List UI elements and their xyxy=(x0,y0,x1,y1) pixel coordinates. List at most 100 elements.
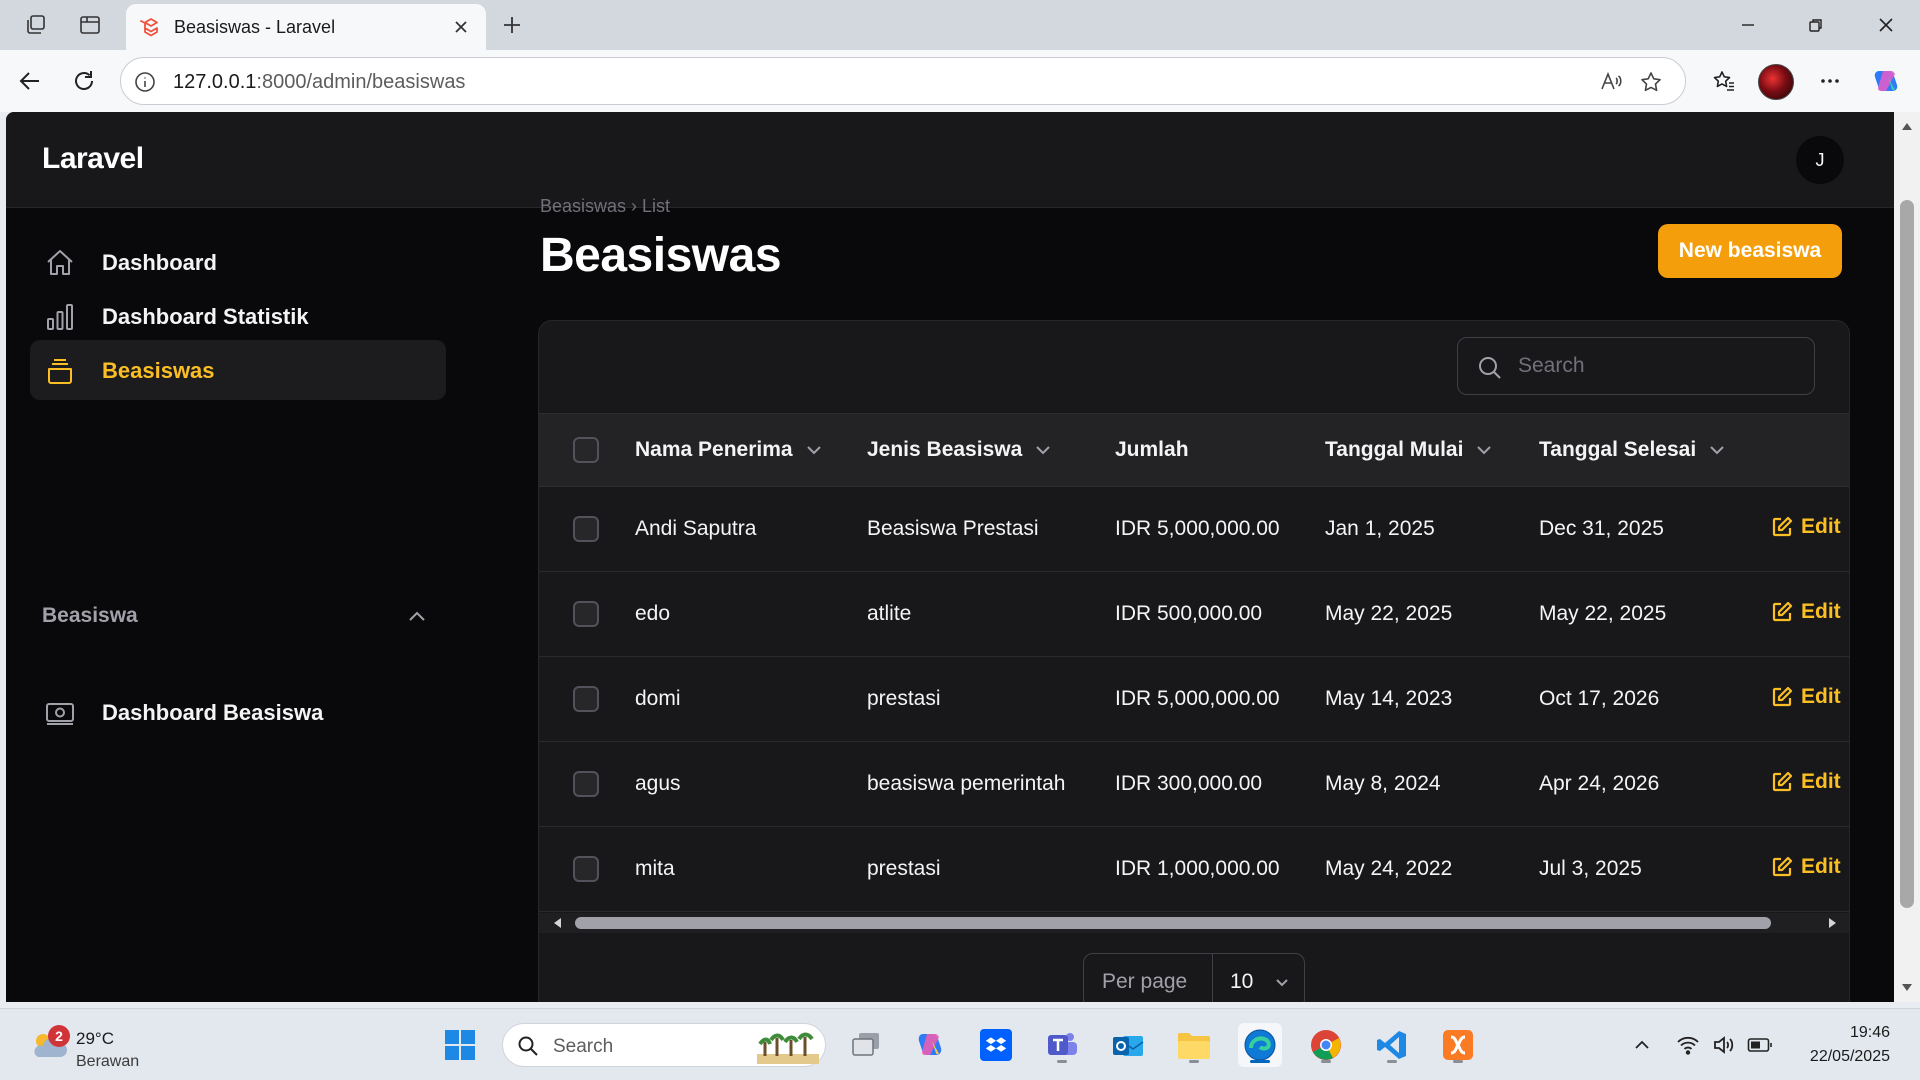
sidebar-item-label: Dashboard Beasiswa xyxy=(102,700,324,725)
table-row[interactable]: agus beasiswa pemerintah IDR 300,000.00 … xyxy=(539,742,1849,827)
cell-selesai: May 22, 2025 xyxy=(1539,602,1667,625)
temperature: 29°C xyxy=(76,1029,114,1048)
chrome-icon[interactable] xyxy=(1304,1023,1348,1067)
volume-icon[interactable] xyxy=(1708,1029,1740,1061)
vscode-icon[interactable] xyxy=(1370,1023,1414,1067)
page-title: Beasiswas xyxy=(540,229,782,282)
column-jumlah: Jumlah xyxy=(1115,438,1189,461)
per-page-value[interactable]: 10 xyxy=(1230,970,1253,994)
column-jenis-beasiswa[interactable]: Jenis Beasiswa xyxy=(867,438,1054,462)
sidebar-item-dashboard[interactable]: Dashboard xyxy=(30,232,446,292)
scrollbar-thumb[interactable] xyxy=(575,917,1771,929)
browser-tab[interactable]: Beasiswas - Laravel xyxy=(126,4,486,50)
refresh-icon[interactable] xyxy=(66,63,102,99)
close-window-icon[interactable] xyxy=(1856,6,1916,44)
wifi-icon[interactable] xyxy=(1672,1029,1704,1061)
weather-widget[interactable]: 2 29°C Berawan xyxy=(24,1019,164,1071)
battery-icon[interactable] xyxy=(1744,1029,1776,1061)
edit-button[interactable]: Edit xyxy=(1771,600,1841,624)
search-placeholder: Search xyxy=(1518,354,1585,377)
teams-icon[interactable] xyxy=(1040,1023,1084,1067)
row-checkbox[interactable] xyxy=(573,601,599,627)
row-checkbox[interactable] xyxy=(573,516,599,542)
back-icon[interactable] xyxy=(12,63,48,99)
copilot-icon[interactable] xyxy=(1868,63,1904,99)
edge-icon[interactable] xyxy=(1238,1023,1282,1067)
column-nama-penerima[interactable]: Nama Penerima xyxy=(635,438,825,462)
workspaces-icon[interactable] xyxy=(20,10,52,40)
dropbox-icon[interactable] xyxy=(974,1023,1018,1067)
select-all-checkbox[interactable] xyxy=(573,437,599,463)
show-hidden-icons-icon[interactable] xyxy=(1626,1029,1658,1061)
table-card: Search Nama Penerima Jenis Beasiswa Juml… xyxy=(538,320,1850,1002)
brand-logo[interactable]: Laravel xyxy=(42,142,144,176)
clock-time: 19:46 xyxy=(1849,1024,1890,1041)
scrollbar-thumb[interactable] xyxy=(1900,200,1914,908)
copilot-app-icon[interactable] xyxy=(908,1023,952,1067)
task-view-icon[interactable] xyxy=(844,1023,888,1067)
sidebar-item-beasiswas[interactable]: Beasiswas xyxy=(30,340,446,400)
cell-mulai: May 14, 2023 xyxy=(1325,687,1453,710)
sidebar-group-label[interactable]: Beasiswa xyxy=(42,604,138,628)
restore-icon[interactable] xyxy=(1786,6,1846,44)
url-text[interactable]: 127.0.0.1:8000/admin/beasiswas xyxy=(173,71,465,94)
minimize-icon[interactable] xyxy=(1718,6,1778,44)
page-scrollbar[interactable] xyxy=(1894,112,1920,1002)
table-row[interactable]: mita prestasi IDR 1,000,000.00 May 24, 2… xyxy=(539,827,1849,912)
edit-button[interactable]: Edit xyxy=(1771,770,1841,794)
chevron-down-icon xyxy=(1036,446,1050,455)
windows-logo-icon xyxy=(445,1030,475,1060)
edit-button[interactable]: Edit xyxy=(1771,855,1841,879)
start-button[interactable] xyxy=(438,1023,482,1067)
address-bar[interactable]: 127.0.0.1:8000/admin/beasiswas xyxy=(120,57,1686,105)
running-indicator xyxy=(1321,1060,1331,1063)
search-input[interactable]: Search xyxy=(1457,337,1815,395)
tab-actions-icon[interactable] xyxy=(74,10,106,40)
table-row[interactable]: edo atlite IDR 500,000.00 May 22, 2025 M… xyxy=(539,572,1849,657)
row-checkbox[interactable] xyxy=(573,856,599,882)
inbox-icon xyxy=(48,359,72,384)
scroll-up-arrow-icon[interactable] xyxy=(1900,120,1914,134)
cell-jenis: beasiswa pemerintah xyxy=(867,772,1066,795)
outlook-icon[interactable] xyxy=(1106,1023,1150,1067)
more-options-icon[interactable] xyxy=(1812,63,1848,99)
user-avatar[interactable]: J xyxy=(1796,136,1844,184)
cell-mulai: May 8, 2024 xyxy=(1325,772,1441,795)
table-header: Nama Penerima Jenis Beasiswa Jumlah Tang… xyxy=(539,413,1849,487)
new-beasiswa-button[interactable]: New beasiswa xyxy=(1658,224,1842,278)
row-checkbox[interactable] xyxy=(573,686,599,712)
edit-button[interactable]: Edit xyxy=(1771,685,1841,709)
sidebar-item-dashboard-beasiswa[interactable]: Dashboard Beasiswa xyxy=(30,682,446,742)
system-clock[interactable]: 19:46 22/05/2025 xyxy=(1780,1021,1890,1069)
scroll-left-arrow-icon[interactable] xyxy=(551,916,565,930)
taskbar-search[interactable]: Search xyxy=(502,1023,826,1067)
cell-jumlah: IDR 300,000.00 xyxy=(1115,772,1263,795)
site-info-icon[interactable] xyxy=(131,68,159,96)
scroll-right-arrow-icon[interactable] xyxy=(1825,916,1839,930)
table-row[interactable]: Andi Saputra Beasiswa Prestasi IDR 5,000… xyxy=(539,487,1849,572)
favorites-icon[interactable] xyxy=(1706,63,1742,99)
file-explorer-icon[interactable] xyxy=(1172,1023,1216,1067)
edit-button[interactable]: Edit xyxy=(1771,515,1841,539)
xampp-icon[interactable] xyxy=(1436,1023,1480,1067)
sidebar-item-label: Beasiswas xyxy=(102,358,215,383)
close-tab-icon[interactable] xyxy=(448,14,474,40)
per-page-select[interactable]: Per page 10 xyxy=(1083,953,1305,1002)
chevron-up-icon[interactable] xyxy=(404,604,430,630)
sidebar-item-dashboard-statistik[interactable]: Dashboard Statistik xyxy=(30,286,446,346)
sidebar-item-label: Dashboard xyxy=(102,250,217,275)
horizontal-scrollbar[interactable] xyxy=(539,913,1849,933)
column-tanggal-selesai[interactable]: Tanggal Selesai xyxy=(1539,438,1728,462)
new-tab-icon[interactable] xyxy=(496,10,528,40)
breadcrumb[interactable]: Beasiswas › List xyxy=(540,196,670,217)
cell-nama: agus xyxy=(635,772,681,795)
table-row[interactable]: domi prestasi IDR 5,000,000.00 May 14, 2… xyxy=(539,657,1849,742)
cell-jenis: atlite xyxy=(867,602,912,625)
page-viewport: Laravel J Dashboard Dashboard Statistik … xyxy=(6,112,1894,1002)
scroll-down-arrow-icon[interactable] xyxy=(1900,980,1914,994)
row-checkbox[interactable] xyxy=(573,771,599,797)
read-aloud-icon[interactable] xyxy=(1595,66,1627,98)
column-tanggal-mulai[interactable]: Tanggal Mulai xyxy=(1325,438,1495,462)
favorite-star-icon[interactable] xyxy=(1635,66,1667,98)
profile-avatar[interactable] xyxy=(1758,64,1794,100)
